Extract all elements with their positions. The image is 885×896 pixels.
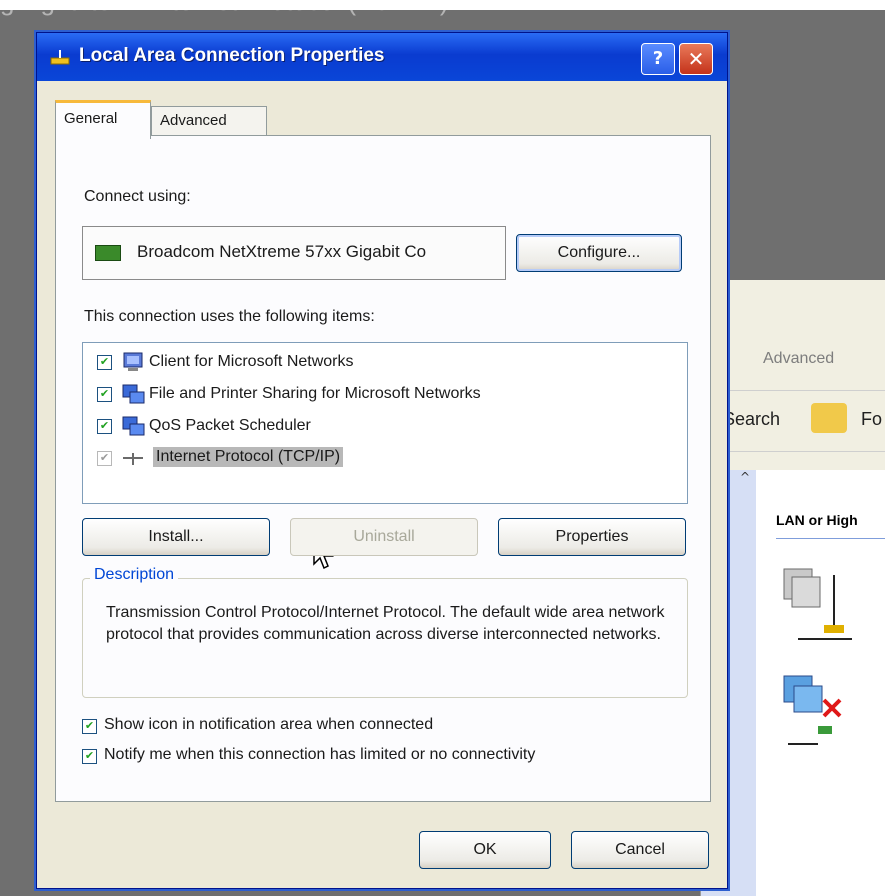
network-connection-icon	[50, 50, 70, 65]
description-legend: Description	[90, 566, 179, 584]
top-margin	[0, 0, 885, 10]
menu-bar: Advanced	[701, 340, 885, 380]
configure-button[interactable]: Configure...	[516, 234, 682, 272]
properties-button[interactable]: Properties	[498, 518, 686, 556]
toolbar-search-button[interactable]: Search	[723, 409, 780, 430]
disconnected-connection-icon[interactable]	[778, 670, 852, 750]
group-header-lan: LAN or High	[776, 512, 858, 528]
protocol-icon	[123, 453, 143, 465]
title-bar[interactable]: Local Area Connection Properties ? ✕	[37, 33, 727, 81]
menu-item-advanced[interactable]: Advanced	[763, 350, 834, 368]
collapse-icon[interactable]: ^	[737, 470, 753, 486]
cancel-button[interactable]: Cancel	[571, 831, 709, 869]
list-item-sharing[interactable]: ✔ File and Printer Sharing for Microsoft…	[93, 381, 673, 409]
notify-checkbox[interactable]: ✔	[82, 749, 97, 764]
item-checkbox[interactable]: ✔	[97, 419, 112, 434]
folders-icon[interactable]	[811, 403, 847, 433]
help-button[interactable]: ?	[641, 43, 675, 75]
network-adapter-icon	[95, 245, 121, 261]
show-icon-checkbox[interactable]: ✔	[82, 719, 97, 734]
notify-label: Notify me when this connection has limit…	[104, 746, 536, 763]
list-item-client[interactable]: ✔ Client for Microsoft Networks	[93, 349, 673, 377]
connect-using-label: Connect using:	[84, 188, 191, 205]
qos-icon	[122, 416, 145, 436]
item-label: Client for Microsoft Networks	[149, 353, 354, 370]
toolbar-folders-button[interactable]: Fo	[861, 409, 882, 430]
tab-general[interactable]: General	[55, 100, 151, 139]
ok-button[interactable]: OK	[419, 831, 551, 869]
item-checkbox[interactable]: ✔	[97, 355, 112, 370]
item-checkbox[interactable]: ✔	[97, 387, 112, 402]
connections-list: LAN or High	[756, 470, 885, 896]
close-button[interactable]: ✕	[679, 43, 713, 75]
items-label: This connection uses the following items…	[84, 308, 375, 325]
tab-advanced[interactable]: Advanced	[151, 106, 267, 136]
item-label: QoS Packet Scheduler	[149, 417, 311, 434]
lan-connection-icon[interactable]	[778, 565, 852, 645]
client-icon	[123, 352, 143, 371]
adapter-field: Broadcom NetXtreme 57xx Gigabit Co	[82, 226, 506, 280]
toolbar: Search Fo	[701, 390, 885, 452]
components-list[interactable]: ✔ Client for Microsoft Networks ✔ File a…	[82, 342, 688, 504]
list-item-qos[interactable]: ✔ QoS Packet Scheduler	[93, 413, 673, 441]
item-checkbox[interactable]: ✔	[97, 451, 112, 466]
general-panel: Connect using: Broadcom NetXtreme 57xx G…	[55, 135, 711, 802]
list-item-tcpip[interactable]: ✔ Internet Protocol (TCP/IP)	[93, 445, 673, 473]
group-divider	[776, 538, 885, 539]
uninstall-button[interactable]: Uninstall	[290, 518, 478, 556]
description-text: Transmission Control Protocol/Internet P…	[106, 604, 665, 643]
properties-dialog: Local Area Connection Properties ? ✕ Gen…	[36, 32, 728, 889]
install-button[interactable]: Install...	[82, 518, 270, 556]
adapter-name: Broadcom NetXtreme 57xx Gigabit Co	[137, 242, 427, 261]
dialog-title: Local Area Connection Properties	[79, 45, 385, 66]
sharing-icon	[122, 384, 145, 404]
item-label: File and Printer Sharing for Microsoft N…	[149, 385, 481, 402]
item-label: Internet Protocol (TCP/IP)	[153, 447, 344, 467]
show-icon-label: Show icon in notification area when conn…	[104, 716, 434, 733]
